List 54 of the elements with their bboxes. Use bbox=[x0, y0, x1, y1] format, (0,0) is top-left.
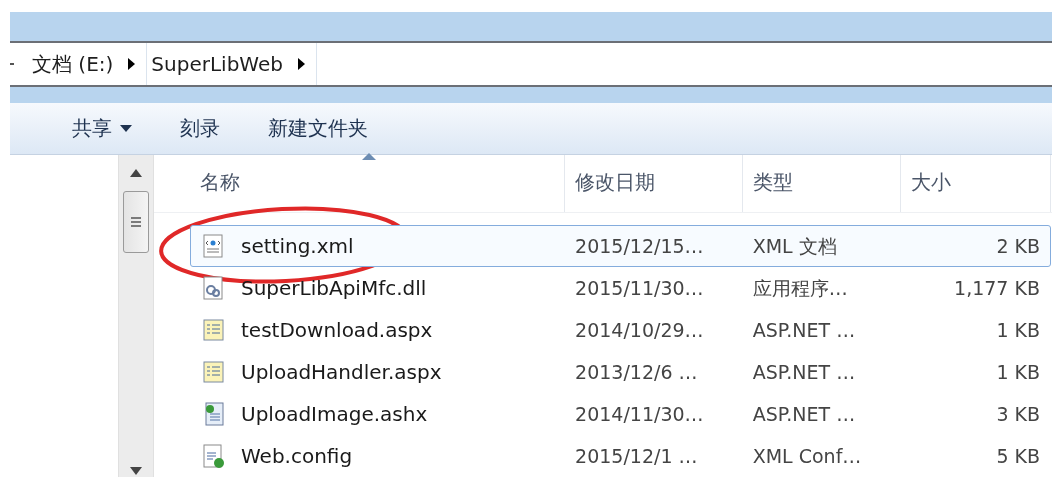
file-size: 1 KB bbox=[996, 359, 1040, 385]
web-form-file-icon bbox=[201, 318, 225, 342]
column-header[interactable]: 名称 bbox=[190, 155, 565, 212]
file-type: XML 文档 bbox=[752, 233, 837, 259]
file-name: UploadImage.ashx bbox=[241, 401, 428, 428]
modified-date: 2014/11/30… bbox=[575, 401, 704, 427]
file-name: setting.xml bbox=[241, 233, 354, 260]
modified-date: 2015/12/15… bbox=[575, 233, 704, 259]
breadcrumb[interactable]: SuperLibWeb bbox=[147, 49, 287, 80]
file-type: ASP.NET … bbox=[752, 401, 856, 427]
xml-file-icon bbox=[201, 234, 225, 258]
file-row[interactable]: setting.xml 2015/12/15… XML 文档 2 KB bbox=[190, 225, 1051, 267]
arrow-right-icon bbox=[128, 58, 136, 71]
modified-date: 2013/12/6 … bbox=[575, 359, 698, 385]
web-form-file-icon bbox=[201, 360, 225, 384]
file-row[interactable]: Web.config 2015/12/1 … XML Conf… 5 KB bbox=[190, 435, 1051, 477]
file-row[interactable]: UploadHandler.aspx 2013/12/6 … ASP.NET … 1 KB bbox=[190, 351, 1051, 393]
file-size: 2 KB bbox=[996, 233, 1040, 259]
breadcrumb[interactable]: 文档 (E:) bbox=[28, 49, 118, 80]
column-header[interactable]: 修改日期 bbox=[565, 155, 743, 212]
modified-date: 2014/10/29… bbox=[575, 317, 704, 343]
file-size: 3 KB bbox=[996, 401, 1040, 427]
grip-icon bbox=[131, 217, 141, 227]
file-name: testDownload.aspx bbox=[241, 317, 433, 344]
toolbar-button[interactable]: 共享 bbox=[62, 109, 142, 148]
file-row[interactable]: testDownload.aspx 2014/10/29… ASP.NET … 1 KB bbox=[190, 309, 1051, 351]
toolbar-button[interactable]: 刻录 bbox=[170, 109, 230, 148]
file-row[interactable]: UploadImage.ashx 2014/11/30… ASP.NET … 3 KB bbox=[190, 393, 1051, 435]
sort-ascending-icon bbox=[362, 153, 376, 160]
file-size: 5 KB bbox=[996, 443, 1040, 469]
file-name: Web.config bbox=[241, 443, 353, 470]
file-type: XML Conf… bbox=[752, 443, 862, 469]
file-size: 1 KB bbox=[996, 317, 1040, 343]
scrollbar[interactable] bbox=[118, 155, 154, 477]
file-type: 应用程序… bbox=[752, 275, 848, 301]
config-file-icon bbox=[201, 444, 225, 468]
scroll-down-icon[interactable] bbox=[130, 467, 142, 475]
address-bar[interactable]: 文档 (E:) SuperLibWeb bbox=[10, 41, 1052, 88]
dropdown-caret-icon bbox=[120, 125, 132, 132]
scroll-up-icon[interactable] bbox=[130, 169, 142, 177]
file-row[interactable]: SuperLibApiMfc.dll 2015/11/30… 应用程序… 1,177 KB bbox=[190, 267, 1051, 309]
column-header[interactable]: 大小 bbox=[901, 155, 1051, 212]
file-size: 1,177 KB bbox=[954, 275, 1040, 301]
modified-date: 2015/12/1 … bbox=[575, 443, 698, 469]
toolbar-button[interactable]: 新建文件夹 bbox=[258, 109, 378, 148]
file-name: SuperLibApiMfc.dll bbox=[241, 275, 427, 302]
file-type: ASP.NET … bbox=[752, 317, 856, 343]
column-header[interactable]: 类型 bbox=[743, 155, 901, 212]
scrollbar-thumb[interactable] bbox=[123, 191, 149, 253]
file-type: ASP.NET … bbox=[752, 359, 856, 385]
arrow-right-icon bbox=[297, 58, 305, 71]
gear-file-icon bbox=[201, 276, 225, 300]
modified-date: 2015/11/30… bbox=[575, 275, 704, 301]
file-name: UploadHandler.aspx bbox=[241, 359, 442, 386]
